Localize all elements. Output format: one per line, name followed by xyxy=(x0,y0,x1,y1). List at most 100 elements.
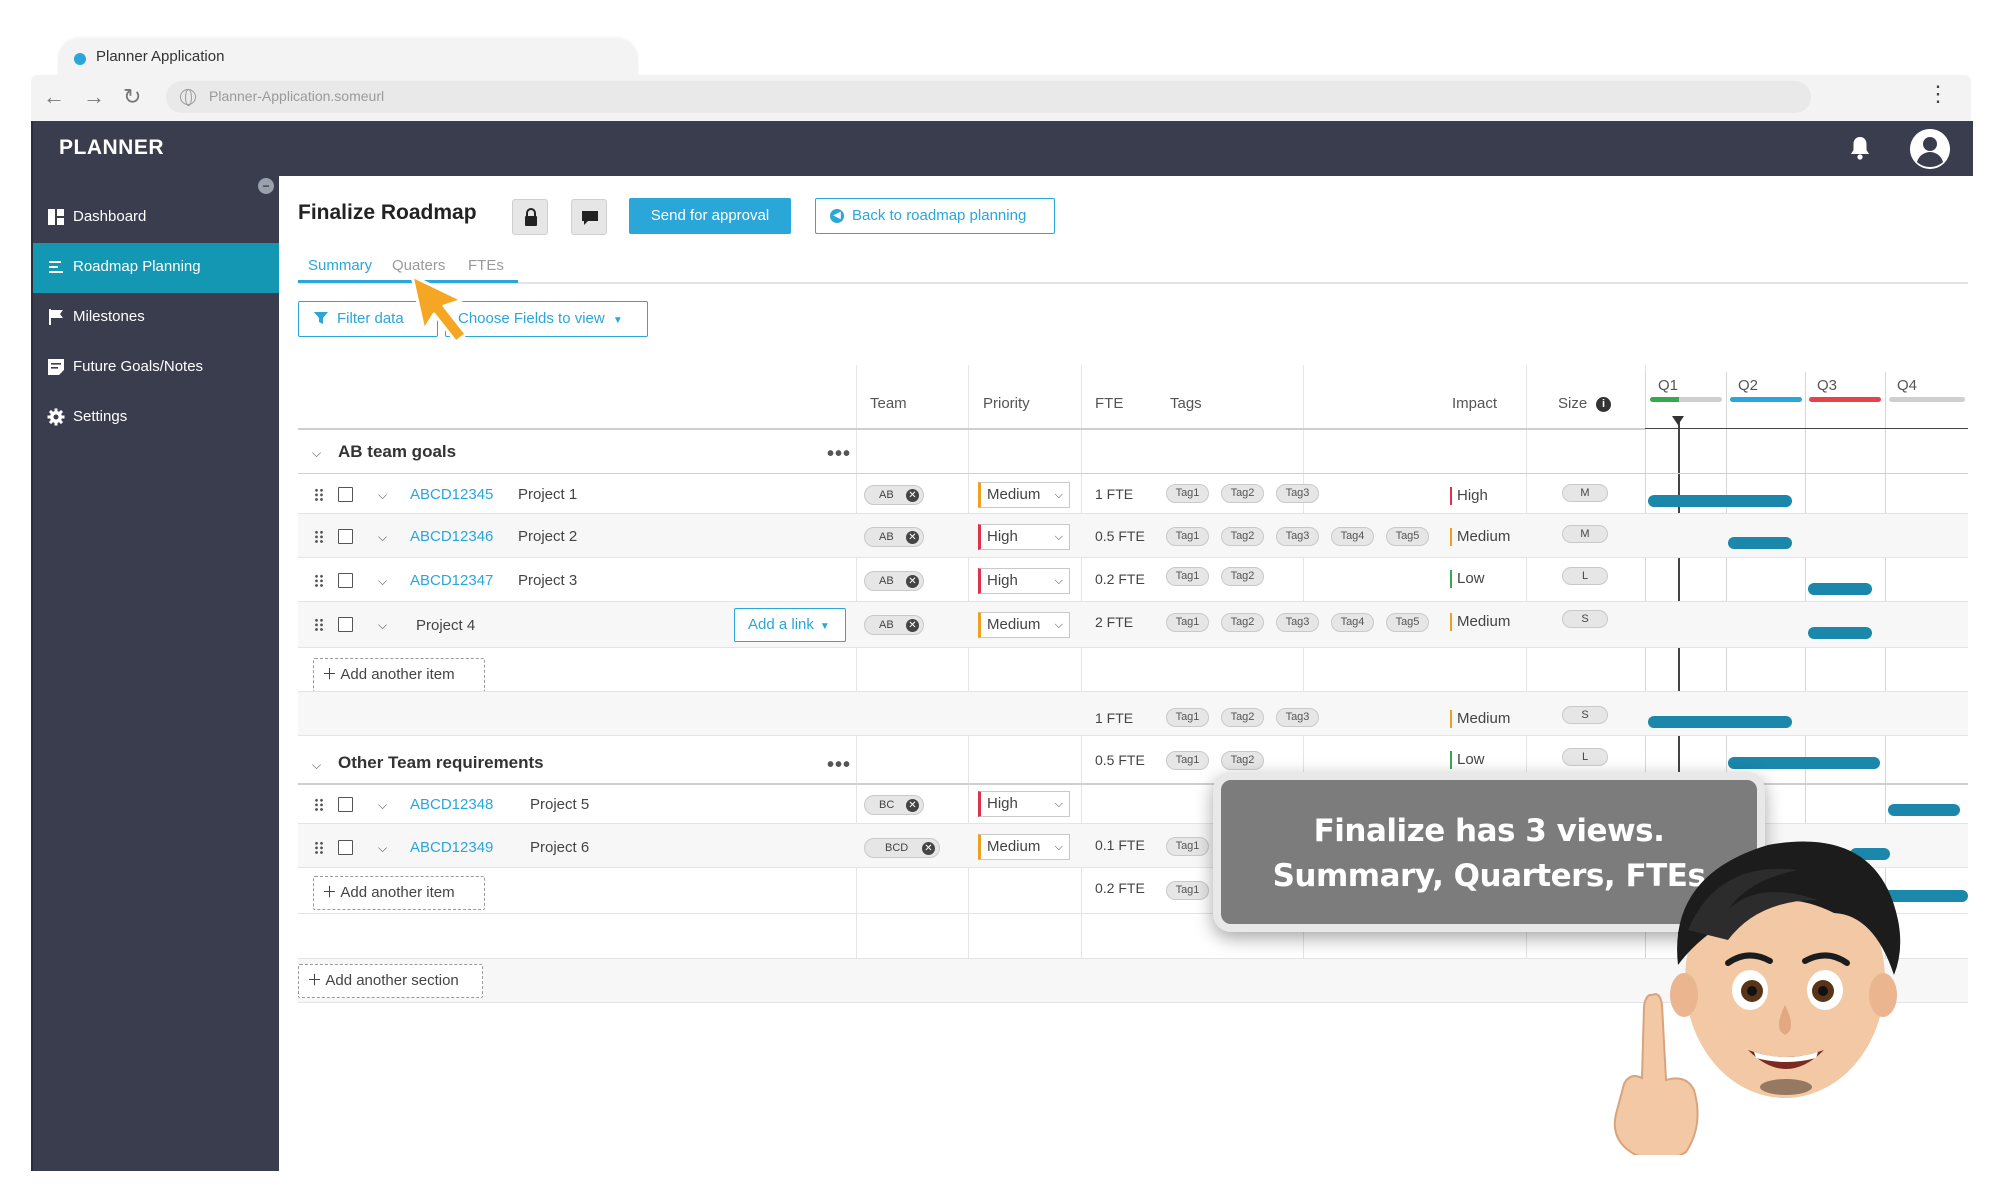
priority-select[interactable]: Medium ⌵ xyxy=(978,482,1070,508)
forward-arrow-icon[interactable]: → xyxy=(83,85,105,109)
drag-handle-icon[interactable] xyxy=(314,530,324,544)
sidebar-item-dashboard[interactable]: Dashboard xyxy=(33,193,279,243)
remove-icon[interactable]: ✕ xyxy=(906,489,919,502)
browser-menu-icon[interactable]: ⋮ xyxy=(1927,83,1949,105)
browser-tab-title: Planner Application xyxy=(96,48,225,65)
chevron-down-icon[interactable]: ⌵ xyxy=(378,530,387,545)
gantt-bar[interactable] xyxy=(1728,537,1792,549)
quarter-label-q2: Q2 xyxy=(1738,377,1759,394)
chevron-down-icon[interactable]: ⌵ xyxy=(312,446,321,461)
chevron-down-icon[interactable]: ⌵ xyxy=(312,758,321,773)
quarter-label-q3: Q3 xyxy=(1817,377,1838,394)
sidebar-item-milestones[interactable]: Milestones xyxy=(33,293,279,343)
tag-chip: Tag1 xyxy=(1166,527,1209,546)
top-bar: PLANNER xyxy=(33,121,1973,176)
priority-select[interactable]: High ⌵ xyxy=(978,524,1070,550)
priority-value: High xyxy=(987,795,1018,812)
priority-select[interactable]: High ⌵ xyxy=(978,568,1070,594)
back-to-roadmap-button[interactable]: ◀ Back to roadmap planning xyxy=(815,198,1055,234)
drag-handle-icon[interactable] xyxy=(314,798,324,812)
sidebar-item-label: Future Goals/Notes xyxy=(73,358,204,375)
priority-select[interactable]: High ⌵ xyxy=(978,791,1070,817)
item-id-link[interactable]: ABCD12348 xyxy=(410,796,493,813)
item-id-link[interactable]: ABCD12345 xyxy=(410,486,493,503)
row-checkbox[interactable] xyxy=(338,617,353,632)
column-header-team: Team xyxy=(870,395,907,412)
team-chip: AB ✕ xyxy=(864,571,924,591)
gantt-bar[interactable] xyxy=(1648,716,1792,728)
item-name: Project 1 xyxy=(518,486,578,503)
reload-icon[interactable]: ↻ xyxy=(123,85,141,109)
team-chip-label: AB xyxy=(879,531,894,543)
column-divider xyxy=(968,365,969,1002)
impact-value: Medium xyxy=(1450,528,1510,546)
sidebar-item-settings[interactable]: Settings xyxy=(33,393,279,443)
lock-button[interactable] xyxy=(512,199,548,235)
section-title-ab-team: AB team goals xyxy=(338,442,457,461)
tag-chip: Tag1 xyxy=(1166,751,1209,770)
gantt-bar[interactable] xyxy=(1808,583,1872,595)
add-section-button[interactable]: ＋ Add another section xyxy=(298,964,483,998)
chevron-down-icon[interactable]: ⌵ xyxy=(378,798,387,813)
gantt-bar[interactable] xyxy=(1648,495,1792,507)
gantt-bar[interactable] xyxy=(1808,627,1872,639)
more-options-icon[interactable]: ••• xyxy=(827,444,851,464)
collapse-sidebar-icon[interactable]: − xyxy=(258,178,274,194)
priority-select[interactable]: Medium ⌵ xyxy=(978,834,1070,860)
chevron-down-icon[interactable]: ⌵ xyxy=(378,574,387,589)
fte-value: 0.1 FTE xyxy=(1095,837,1145,853)
remove-icon[interactable]: ✕ xyxy=(922,842,935,855)
drag-handle-icon[interactable] xyxy=(314,488,324,502)
column-divider xyxy=(1081,365,1082,1002)
add-item-button[interactable]: ＋ Add another item xyxy=(313,876,485,910)
bell-icon[interactable] xyxy=(1848,135,1872,161)
row-checkbox[interactable] xyxy=(338,797,353,812)
address-bar[interactable]: Planner-Application.someurl xyxy=(166,81,1811,113)
sidebar-item-label: Dashboard xyxy=(73,208,147,225)
row-checkbox[interactable] xyxy=(338,573,353,588)
team-chip: AB ✕ xyxy=(864,615,924,635)
tab-summary[interactable]: Summary xyxy=(308,257,372,274)
remove-icon[interactable]: ✕ xyxy=(906,531,919,544)
item-id-link[interactable]: ABCD12349 xyxy=(410,839,493,856)
gantt-bar[interactable] xyxy=(1888,804,1960,816)
user-avatar-icon[interactable] xyxy=(1910,129,1950,169)
sidebar-item-future-goals[interactable]: Future Goals/Notes xyxy=(33,343,279,393)
back-arrow-icon[interactable]: ← xyxy=(43,85,65,109)
row-checkbox[interactable] xyxy=(338,487,353,502)
team-chip-label: AB xyxy=(879,489,894,501)
drag-handle-icon[interactable] xyxy=(314,841,324,855)
drag-handle-icon[interactable] xyxy=(314,574,324,588)
fte-value: 1 FTE xyxy=(1095,486,1134,502)
sidebar-item-roadmap-planning[interactable]: Roadmap Planning xyxy=(33,243,279,293)
add-link-button[interactable]: Add a link ▼ xyxy=(734,608,846,642)
drag-handle-icon[interactable] xyxy=(314,618,324,632)
chevron-down-icon[interactable]: ⌵ xyxy=(378,488,387,503)
row-checkbox[interactable] xyxy=(338,529,353,544)
row-checkbox[interactable] xyxy=(338,840,353,855)
info-icon[interactable]: i xyxy=(1596,397,1611,412)
remove-icon[interactable]: ✕ xyxy=(906,575,919,588)
item-id-link[interactable]: ABCD12347 xyxy=(410,572,493,589)
chevron-down-icon[interactable]: ⌵ xyxy=(378,618,387,633)
remove-icon[interactable]: ✕ xyxy=(906,799,919,812)
row-divider xyxy=(298,735,1968,736)
item-id-link[interactable]: ABCD12346 xyxy=(410,528,493,545)
sidebar-item-label: Settings xyxy=(73,408,128,425)
add-section-label: Add another section xyxy=(325,972,459,989)
remove-icon[interactable]: ✕ xyxy=(906,619,919,632)
comment-button[interactable] xyxy=(571,199,607,235)
column-header-fte: FTE xyxy=(1095,395,1124,412)
priority-select[interactable]: Medium ⌵ xyxy=(978,612,1070,638)
more-options-icon[interactable]: ••• xyxy=(827,755,851,775)
filter-icon xyxy=(314,312,328,324)
column-header-impact: Impact xyxy=(1452,395,1498,412)
chevron-down-icon[interactable]: ⌵ xyxy=(378,841,387,856)
fte-value: 1 FTE xyxy=(1095,710,1134,726)
add-item-button[interactable]: ＋ Add another item xyxy=(313,658,485,692)
back-arrow-icon: ◀ xyxy=(830,209,844,223)
gantt-bar[interactable] xyxy=(1728,757,1880,769)
tag-chip: Tag1 xyxy=(1166,881,1209,900)
send-for-approval-button[interactable]: Send for approval xyxy=(629,198,791,234)
size-badge: S xyxy=(1562,706,1608,724)
